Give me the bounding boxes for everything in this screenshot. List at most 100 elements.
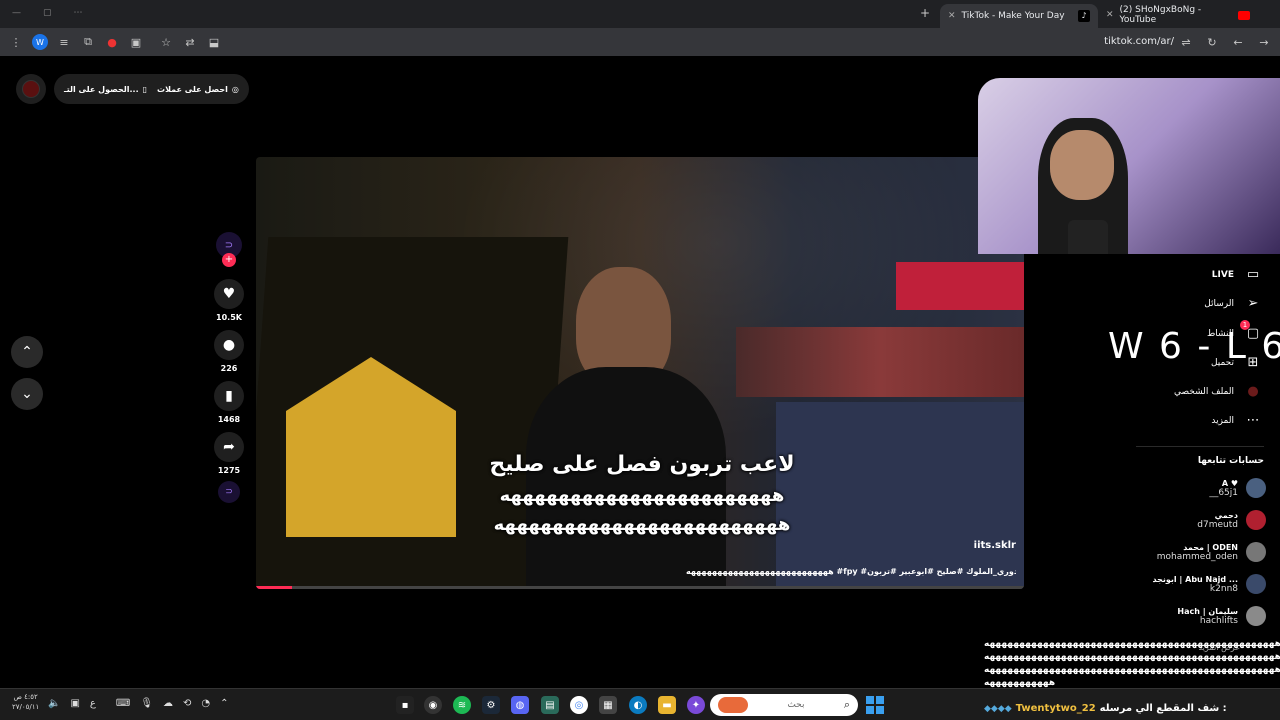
action-column: ⊃ + ♥ 10.5K ● 226 ▮ 1468 ➦ 1275 ⊃ (209, 232, 249, 503)
nav-profile[interactable]: الملف الشخصي ● (1174, 384, 1262, 399)
reload-icon[interactable]: ↻ (1204, 34, 1220, 50)
chat-line: هههههههههههههههههههههههههههههههههههههههه… (984, 652, 1280, 662)
following-item[interactable]: دحمي d7meutd (1197, 510, 1266, 530)
following-item[interactable]: A ♥ __65j1 (1209, 478, 1266, 498)
system-tray: 🔈 ▣ ع ⌨ 🎙 ☁ ⟲ ◔ ⌃ (48, 698, 229, 709)
forward-icon[interactable]: ← (1230, 34, 1246, 50)
close-tab-icon[interactable]: ✕ (1106, 10, 1114, 20)
window-controls[interactable]: — ▢ ⋯ (12, 8, 83, 18)
music-disc-icon[interactable]: ⊃ (218, 481, 240, 503)
tray-expand-icon[interactable]: ⌃ (220, 698, 228, 709)
taskbar-copilot-icon[interactable]: ✦ (687, 696, 705, 714)
tab-menu-icon[interactable]: ⋯ (74, 8, 83, 18)
screenshot-icon[interactable]: ▣ (128, 34, 144, 50)
avatar (1246, 542, 1266, 562)
language-indicator[interactable]: ع (90, 698, 96, 709)
nav-live-label: LIVE (1211, 269, 1234, 280)
avatar (1246, 606, 1266, 626)
mic-icon[interactable]: 🎙 (140, 698, 153, 709)
taskbar-app-1-icon[interactable]: ▪ (396, 696, 414, 714)
install-app-icon[interactable]: ⬓ (206, 34, 222, 50)
clock-date: ٢٧/٠٥/١١ (12, 703, 40, 711)
taskbar-spotify-icon[interactable]: ≋ (453, 696, 471, 714)
crowd (736, 327, 1024, 397)
video-player[interactable]: لاعب تربون فصل على صليح هههههههههههههههه… (256, 157, 1024, 589)
nav-profile-label: الملف الشخصي (1174, 386, 1234, 397)
progress-track[interactable] (256, 586, 1024, 589)
comment-count: 226 (220, 364, 238, 373)
tab-label: TikTok - Make Your Day (961, 11, 1065, 21)
progress-fill (256, 586, 292, 589)
back-icon[interactable]: → (1256, 34, 1272, 50)
cloud-icon[interactable]: ☁ (163, 698, 173, 709)
tab-youtube[interactable]: ✕ (2) SHoNgxBoNg - YouTube (1098, 4, 1258, 26)
profile-avatar[interactable] (16, 74, 46, 104)
bookmark-icon: ▮ (225, 388, 233, 404)
taskbar-steam-icon[interactable]: ⚙ (482, 696, 500, 714)
taskbar-explorer-icon[interactable]: ▬ (658, 696, 676, 714)
bookmark-star-icon[interactable]: ☆ (158, 34, 174, 50)
url-field[interactable]: tiktok.com/ar/ (1104, 36, 1174, 47)
avatar (1246, 510, 1266, 530)
translate-icon[interactable]: ⇄ (182, 34, 198, 50)
taskbar-app-2-icon[interactable]: ▤ (541, 696, 559, 714)
tray-app-icon[interactable]: ◔ (201, 698, 210, 709)
taskbar-obs-icon[interactable]: ◉ (424, 696, 442, 714)
network-icon[interactable]: ▣ (70, 698, 79, 709)
browser-tab-bar: — ▢ ⋯ + ✕ TikTok - Make Your Day ♪ ✕ (2)… (0, 0, 1280, 28)
get-app-link[interactable]: الحصول على التـ... ▯ (64, 85, 147, 94)
get-coins-link[interactable]: احصل على عملات ◎ (157, 85, 239, 94)
following-heading: حسابات تتابعها (1197, 456, 1264, 466)
account-name: Hach | سليمان (1177, 606, 1238, 616)
extension-red-icon[interactable]: ● (104, 34, 120, 50)
get-app-label: الحصول على التـ... (64, 84, 139, 94)
sync-icon[interactable]: ⟲ (183, 698, 191, 709)
site-settings-icon[interactable]: ⇌ (1178, 34, 1194, 50)
following-item[interactable]: Hach | سليمان hachlifts (1177, 606, 1266, 626)
extensions-icon[interactable]: ⧉ (80, 34, 96, 50)
menu-icon[interactable]: ⋮ (8, 34, 24, 50)
taskbar-discord-icon[interactable]: ◍ (511, 696, 529, 714)
follow-plus-icon[interactable]: + (222, 253, 236, 267)
creator-watermark: iits.sklr (973, 540, 1016, 551)
clock[interactable]: ٤:٥٢ ص ٢٧/٠٥/١١ (12, 692, 39, 712)
more-dots-icon: ⋯ (1246, 413, 1260, 428)
new-tab-button[interactable]: + (920, 6, 930, 20)
taskbar-edge-icon[interactable]: ◐ (629, 696, 647, 714)
share-icon: ➦ (223, 439, 235, 455)
volume-icon[interactable]: 🔈 (48, 698, 60, 709)
nav-more[interactable]: المزيد ⋯ (1211, 413, 1262, 428)
minimize-icon[interactable]: — (12, 8, 21, 18)
avatar (22, 80, 40, 98)
reading-list-icon[interactable]: ≡ (56, 34, 72, 50)
nav-messages[interactable]: الرسائل ➢ (1204, 296, 1262, 311)
taskbar-chrome-icon[interactable]: ◎ (570, 696, 588, 714)
profile-avatar-icon: ● (1247, 384, 1259, 399)
previous-video-button[interactable]: ⌃ (11, 336, 43, 368)
comment-button[interactable]: ● (214, 330, 244, 360)
keyboard-icon[interactable]: ⌨ (116, 698, 130, 709)
nav-messages-label: الرسائل (1204, 298, 1234, 309)
video-description: هههههههههههههههههههههههههههه #fpy #دوري_… (686, 567, 1016, 576)
search-placeholder: بحث (787, 700, 805, 710)
chat-message: ◆◆◆◆ Twentytwo_22 شف المقطع الي مرسله : (984, 703, 1227, 714)
save-button[interactable]: ▮ (214, 381, 244, 411)
like-button[interactable]: ♥ (214, 279, 244, 309)
chat-line: هههههههههههههههههههههههههههههههههههههههه… (984, 665, 1280, 675)
following-item[interactable]: محمد | ODEN mohammed_oden (1157, 542, 1266, 562)
badge-icons: ◆◆◆◆ (984, 703, 1012, 714)
next-video-button[interactable]: ⌄ (11, 378, 43, 410)
share-button[interactable]: ➦ (214, 432, 244, 462)
restore-icon[interactable]: ▢ (43, 8, 52, 18)
taskbar-store-icon[interactable]: ▦ (599, 696, 617, 714)
extension-w-icon[interactable]: W (32, 34, 48, 50)
windows-start-icon[interactable] (866, 696, 884, 714)
send-icon: ➢ (1247, 296, 1259, 311)
like-count: 10.5K (216, 313, 242, 322)
score-overlay: W 6 - L 6 (1108, 326, 1280, 367)
following-item[interactable]: ابونجد | Abu Najd ... k2nn8 (1152, 574, 1266, 594)
tab-tiktok[interactable]: ✕ TikTok - Make Your Day ♪ (940, 4, 1098, 28)
nav-live[interactable]: LIVE ▭ (1212, 267, 1262, 282)
taskbar-search[interactable]: بحث ⌕ (710, 694, 858, 716)
close-tab-icon[interactable]: ✕ (948, 11, 956, 21)
